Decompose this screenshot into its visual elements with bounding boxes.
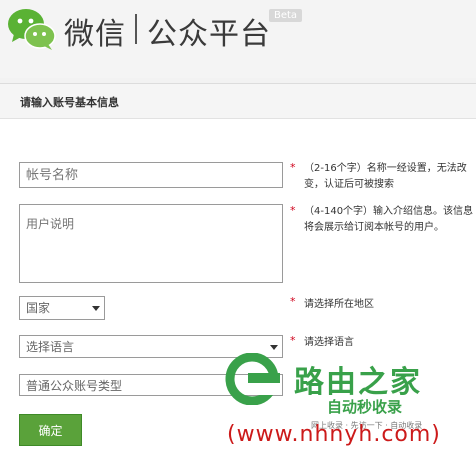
brand-name: 微信: [64, 17, 126, 52]
description-input[interactable]: [19, 204, 283, 283]
country-select-value: 国家: [26, 301, 51, 315]
page-header: 微信 公众平台 Beta: [0, 0, 476, 78]
required-mark: *: [290, 334, 296, 347]
confirm-button[interactable]: 确定: [19, 414, 82, 446]
platform-name: 公众平台: [147, 17, 271, 52]
account-type-select-value: 普通公众账号类型: [26, 379, 123, 393]
panel-header: 请输入账号基本信息: [0, 84, 476, 119]
header-divider: [135, 14, 137, 44]
required-mark: *: [290, 204, 296, 217]
required-mark: *: [290, 161, 296, 174]
watermark-title: 路由之家: [294, 365, 422, 400]
language-hint: 请选择语言: [304, 337, 354, 348]
watermark-url: (www.nhnyh.com): [227, 422, 441, 447]
country-hint: 请选择所在地区: [304, 299, 374, 310]
description-hint: （4-140个字）输入介绍信息。该信息将会展示给订阅本帐号的用户。: [304, 206, 474, 233]
wechat-logo-icon: [8, 9, 56, 50]
watermark-subtitle: 自动秒收录: [327, 398, 403, 416]
dropdown-arrow-icon: [270, 345, 278, 350]
account-name-hint: （2-16个字）名称一经设置，无法改变，认证后可被搜索: [304, 163, 467, 190]
language-select-value: 选择语言: [26, 340, 75, 354]
required-mark: *: [290, 295, 296, 308]
dropdown-arrow-icon: [92, 306, 100, 311]
panel-title: 请输入账号基本信息: [20, 96, 119, 109]
watermark-logo-icon: [225, 353, 280, 405]
beta-badge: Beta: [269, 9, 303, 22]
country-select[interactable]: 国家: [19, 296, 105, 320]
account-name-input[interactable]: [19, 162, 283, 188]
